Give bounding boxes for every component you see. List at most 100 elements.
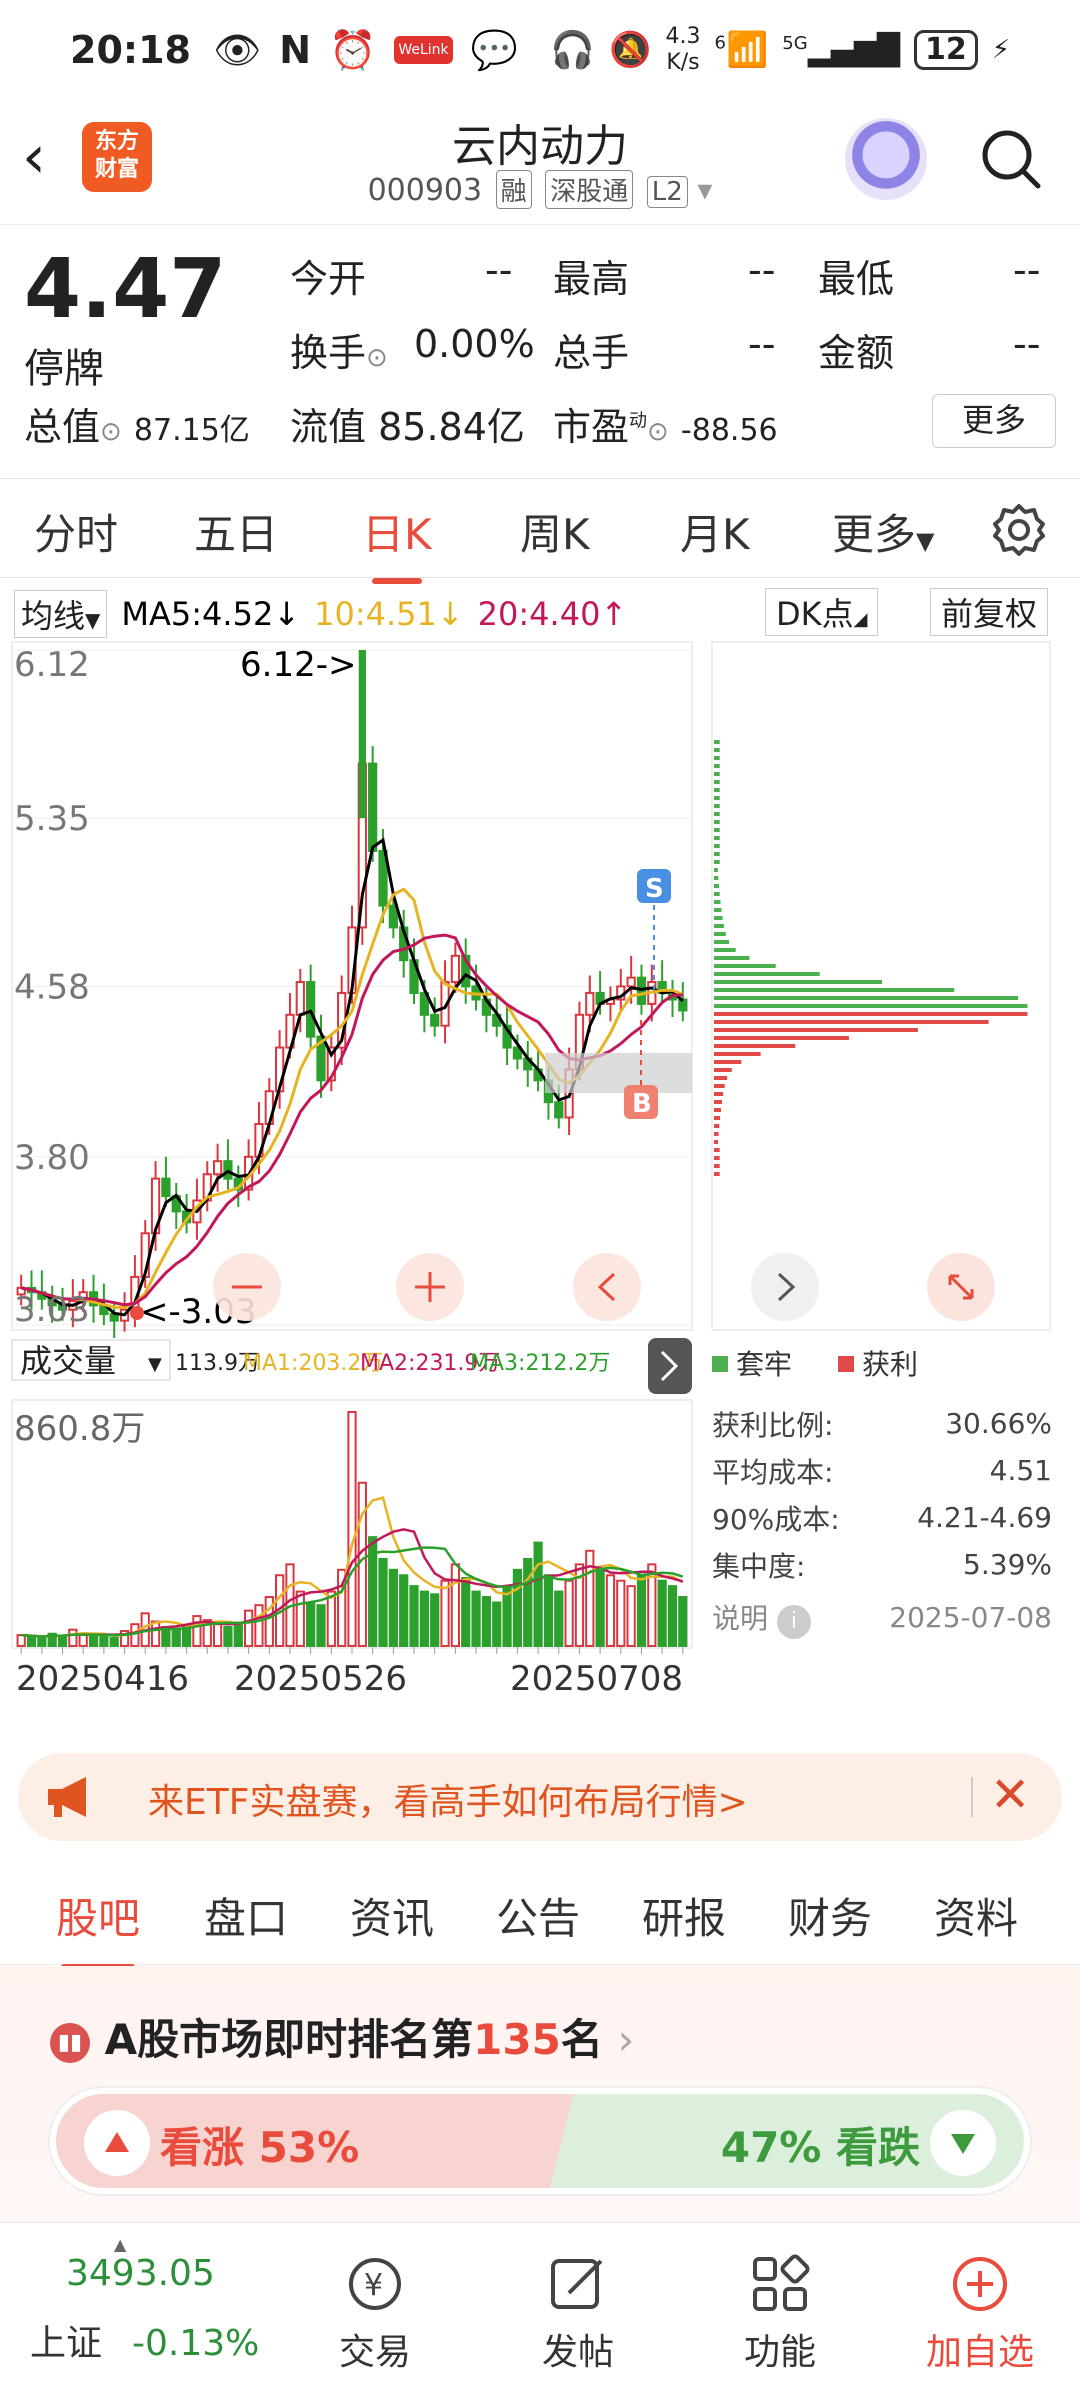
scroll-right-button[interactable] bbox=[751, 1253, 819, 1321]
vote-bar: 看涨 53% 47% 看跌 bbox=[48, 2086, 1032, 2196]
volume-bar bbox=[347, 1411, 357, 1647]
nav-post[interactable]: 发帖 bbox=[508, 2253, 648, 2375]
volume-bar bbox=[636, 1574, 647, 1647]
volume-bar bbox=[512, 1568, 523, 1648]
tag-level2[interactable]: L2 bbox=[646, 176, 688, 208]
date-start: 20250416 bbox=[16, 1659, 189, 1699]
index-line: 上证 -0.13% bbox=[30, 2314, 259, 2366]
volume-bar bbox=[667, 1585, 678, 1647]
chip-bar bbox=[714, 1060, 742, 1064]
tab-profile[interactable]: 资料 bbox=[934, 1885, 1018, 1946]
chip-note[interactable]: 说明 i bbox=[712, 1597, 811, 1639]
tab-daily-k[interactable]: 日K bbox=[362, 501, 432, 584]
info-icon[interactable]: ⊙ bbox=[647, 417, 669, 447]
signal-label: 5G bbox=[782, 32, 808, 54]
chip-bar bbox=[714, 916, 723, 920]
nav-post-label: 发帖 bbox=[541, 2332, 614, 2373]
tab-monthly-k[interactable]: 月K bbox=[680, 501, 750, 562]
volume-bar bbox=[192, 1615, 202, 1648]
chip-bar bbox=[714, 1076, 728, 1080]
charging-icon: ⚡ bbox=[991, 35, 1010, 65]
volume-bar bbox=[388, 1568, 398, 1648]
info-icon[interactable]: ⊙ bbox=[366, 343, 388, 373]
banner-divider bbox=[971, 1777, 973, 1817]
high-annotation: 6.12-> bbox=[240, 645, 356, 685]
bottom-nav: ▲ 3493.05 上证 -0.13% ¥ 交易 发帖 功能 加自选 bbox=[0, 2222, 1080, 2400]
chip-bar bbox=[714, 1052, 761, 1056]
fullscreen-button[interactable] bbox=[927, 1253, 995, 1321]
vote-down-button[interactable] bbox=[930, 2110, 996, 2176]
triangle-down-icon bbox=[951, 2134, 975, 2154]
stat-value: 4.51 bbox=[989, 1454, 1052, 1487]
date-end: 20250708 bbox=[510, 1659, 683, 1699]
close-icon[interactable]: ✕ bbox=[990, 1767, 1030, 1823]
scroll-left-button[interactable] bbox=[573, 1253, 641, 1321]
tab-intraday[interactable]: 分时 bbox=[34, 501, 118, 562]
chip-bar bbox=[714, 812, 720, 816]
chevron-down-icon[interactable]: ▾ bbox=[697, 173, 712, 208]
float-cap: 流值 85.84亿 bbox=[290, 396, 525, 451]
low-marker-dot bbox=[130, 1306, 144, 1320]
stat-label: 90%成本: bbox=[712, 1502, 840, 1536]
chip-bar bbox=[714, 1132, 719, 1136]
promo-banner[interactable]: 来ETF实盘赛，看高手如何布局行情> ✕ bbox=[18, 1753, 1062, 1841]
chip-bar bbox=[714, 1028, 918, 1032]
search-icon[interactable] bbox=[980, 128, 1042, 190]
candle-body bbox=[161, 1177, 171, 1198]
nav-trade[interactable]: ¥ 交易 bbox=[305, 2253, 445, 2375]
zoom-out-button[interactable] bbox=[213, 1253, 281, 1321]
volume-bar bbox=[409, 1585, 419, 1647]
chip-bar bbox=[714, 996, 1019, 1000]
market-cap-value: 87.15亿 bbox=[133, 413, 250, 448]
chip-bar bbox=[714, 900, 721, 904]
high-label: 最高 bbox=[553, 257, 630, 301]
caret-down-icon: ▼ bbox=[916, 527, 935, 555]
tab-orderbook[interactable]: 盘口 bbox=[204, 1885, 288, 1946]
nav-functions[interactable]: 功能 bbox=[710, 2253, 850, 2375]
vote-up-button[interactable] bbox=[84, 2110, 150, 2176]
volume-bar bbox=[171, 1628, 181, 1648]
index-ticker[interactable]: ▲ 3493.05 上证 -0.13% bbox=[30, 2235, 259, 2366]
chip-bar bbox=[714, 772, 720, 776]
volume-bar bbox=[243, 1609, 254, 1648]
tab-research[interactable]: 研报 bbox=[642, 1885, 726, 1946]
turnover-label: 换手⊙ bbox=[290, 322, 388, 377]
assistant-robot-icon[interactable] bbox=[845, 118, 927, 200]
zoom-in-button[interactable] bbox=[396, 1253, 464, 1321]
volume-bar bbox=[492, 1601, 502, 1647]
net-speed-value: 4.3 bbox=[665, 24, 701, 49]
candle-body bbox=[678, 998, 688, 1012]
volume-bar bbox=[68, 1628, 78, 1648]
volume-bar bbox=[554, 1590, 564, 1648]
index-name: 上证 bbox=[30, 2323, 103, 2364]
market-rank[interactable]: ▮▮ A股市场即时排名第135名 › bbox=[50, 2006, 634, 2067]
tab-more[interactable]: 更多▼ bbox=[832, 501, 934, 562]
tab-finance[interactable]: 财务 bbox=[788, 1885, 872, 1946]
more-button[interactable]: 更多 bbox=[932, 394, 1056, 448]
vote-down-label: 47% 看跌 bbox=[720, 2123, 920, 2172]
tab-5day[interactable]: 五日 bbox=[194, 501, 278, 562]
stat-value: 4.21-4.69 bbox=[917, 1501, 1052, 1534]
candle-body bbox=[430, 1013, 440, 1027]
turnover-value: 0.00% bbox=[414, 322, 535, 366]
period-tabs: 分时 五日 日K 周K 月K 更多▼ bbox=[0, 478, 1080, 584]
signal-icon: 5G▂▄▆█ bbox=[782, 32, 900, 68]
volume-expand-button[interactable] bbox=[648, 1338, 692, 1394]
tab-news[interactable]: 资讯 bbox=[350, 1885, 434, 1946]
chip-bar bbox=[714, 988, 955, 992]
low-value: -- bbox=[1013, 248, 1041, 292]
y-tick-label: 6.12 bbox=[14, 645, 90, 685]
triangle-up-icon bbox=[105, 2132, 129, 2152]
tab-announcements[interactable]: 公告 bbox=[496, 1885, 580, 1946]
chip-date: 2025-07-08 bbox=[889, 1601, 1052, 1634]
tab-forum[interactable]: 股吧 bbox=[56, 1885, 140, 1970]
nav-add-watchlist[interactable]: 加自选 bbox=[910, 2253, 1050, 2375]
nfc-icon: N bbox=[279, 28, 312, 72]
chip-bar bbox=[714, 844, 720, 848]
info-icon[interactable]: ⊙ bbox=[100, 417, 122, 447]
svg-text:¥: ¥ bbox=[364, 2268, 383, 2303]
status-time: 20:18 bbox=[70, 28, 191, 72]
tab-weekly-k[interactable]: 周K bbox=[520, 501, 590, 562]
settings-gear-icon[interactable] bbox=[992, 503, 1046, 557]
stat-row: 平均成本: 4.51 bbox=[712, 1447, 1052, 1494]
